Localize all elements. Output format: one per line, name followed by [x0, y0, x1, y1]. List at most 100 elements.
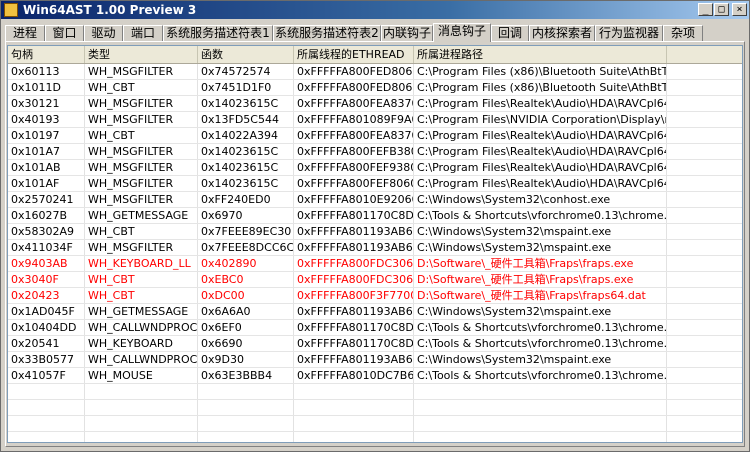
cell-handle: 0x41057F: [8, 368, 85, 383]
empty-row: [8, 384, 742, 400]
cell-path: C:\Program Files (x86)\Bluetooth Suite\A…: [414, 80, 667, 95]
table-row[interactable]: 0x33B0577 WH_CALLWNDPROC 0x9D30 0xFFFFFA801…: [8, 352, 742, 368]
cell-ethread: 0xFFFFFA800FEA8370: [294, 96, 414, 111]
tab-window[interactable]: 窗口: [45, 25, 84, 41]
cell-function: 0x9D30: [198, 352, 294, 367]
table-row[interactable]: 0x101AB WH_MSGFILTER 0x14023615C 0xFFFFFA80…: [8, 160, 742, 176]
col-path-header[interactable]: 所属进程路径: [414, 46, 667, 63]
cell-function: 0x402890: [198, 256, 294, 271]
empty-cell: [414, 432, 667, 442]
maximize-button[interactable]: □: [714, 3, 729, 16]
cell-type: WH_MSGFILTER: [85, 160, 198, 175]
cell-type: WH_MOUSE: [85, 368, 198, 383]
tab-message-hook[interactable]: 消息钩子: [433, 23, 491, 42]
cell-type: WH_CALLWNDPROC: [85, 320, 198, 335]
cell-handle: 0x101AB: [8, 160, 85, 175]
cell-handle: 0x101AF: [8, 176, 85, 191]
cell-handle: 0x3040F: [8, 272, 85, 287]
empty-cell: [85, 400, 198, 415]
col-handle-header[interactable]: 句柄: [8, 46, 85, 63]
cell-path: C:\Program Files\Realtek\Audio\HDA\RAVCp…: [414, 96, 667, 111]
table-row[interactable]: 0x40193 WH_MSGFILTER 0x13FD5C544 0xFFFFFA80…: [8, 112, 742, 128]
cell-function: 0xDC00: [198, 288, 294, 303]
app-window: Win64AST 1.00 Preview 3 _ □ × 进程 窗口 驱动 端…: [0, 0, 750, 452]
table-row[interactable]: 0x10197 WH_CBT 0x14022A394 0xFFFFFA800FEA83…: [8, 128, 742, 144]
tab-behavior-monitor[interactable]: 行为监视器: [595, 25, 663, 41]
table-row[interactable]: 0x3040F WH_CBT 0xEBC0 0xFFFFFA800FDC3060 D:\…: [8, 272, 742, 288]
cell-ethread: 0xFFFFFA800FED8060: [294, 64, 414, 79]
title-bar[interactable]: Win64AST 1.00 Preview 3 _ □ ×: [1, 1, 749, 19]
cell-handle: 0x60113: [8, 64, 85, 79]
cell-type: WH_MSGFILTER: [85, 64, 198, 79]
empty-cell: [294, 432, 414, 442]
empty-cell: [85, 416, 198, 431]
tab-inline-hook[interactable]: 内联钩子: [381, 25, 433, 41]
table-row[interactable]: 0x101A7 WH_MSGFILTER 0x14023615C 0xFFFFFA80…: [8, 144, 742, 160]
tab-port[interactable]: 端口: [123, 25, 163, 41]
col-type-header[interactable]: 类型: [85, 46, 198, 63]
table-row[interactable]: 0x9403AB WH_KEYBOARD_LL 0x402890 0xFFFFFA80…: [8, 256, 742, 272]
cell-path: C:\Tools & Shortcuts\vforchrome0.13\chro…: [414, 320, 667, 335]
table-row[interactable]: 0x41057F WH_MOUSE 0x63E3BBB4 0xFFFFFA8010DC…: [8, 368, 742, 384]
cell-ethread: 0xFFFFFA801170C8D0: [294, 320, 414, 335]
table-row[interactable]: 0x10404DD WH_CALLWNDPROC 0x6EF0 0xFFFFFA801…: [8, 320, 742, 336]
cell-handle: 0x1AD045F: [8, 304, 85, 319]
cell-type: WH_CBT: [85, 272, 198, 287]
minimize-button[interactable]: _: [698, 3, 713, 16]
cell-function: 0x6970: [198, 208, 294, 223]
table-row[interactable]: 0x411034F WH_MSGFILTER 0x7FEEE8DCC6C 0xFFFF…: [8, 240, 742, 256]
table-row[interactable]: 0x58302A9 WH_CBT 0x7FEEE89EC30 0xFFFFFA8011…: [8, 224, 742, 240]
close-button[interactable]: ×: [732, 3, 747, 16]
cell-ethread: 0xFFFFFA800FEF8060: [294, 176, 414, 191]
cell-path: C:\Windows\System32\mspaint.exe: [414, 304, 667, 319]
table-row[interactable]: 0x1011D WH_CBT 0x7451D1F0 0xFFFFFA800FED806…: [8, 80, 742, 96]
cell-path: C:\Windows\System32\conhost.exe: [414, 192, 667, 207]
table-row[interactable]: 0x16027B WH_GETMESSAGE 0x6970 0xFFFFFA80117…: [8, 208, 742, 224]
table-row[interactable]: 0x20541 WH_KEYBOARD 0x6690 0xFFFFFA801170C8…: [8, 336, 742, 352]
tab-strip: 进程 窗口 驱动 端口 系统服务描述符表1 系统服务描述符表2 内联钩子 消息钩…: [5, 23, 749, 42]
hook-list[interactable]: 句柄 类型 函数 所属线程的ETHREAD 所属进程路径 0x60113 WH_M…: [7, 45, 743, 443]
cell-path: C:\Tools & Shortcuts\vforchrome0.13\chro…: [414, 368, 667, 383]
empty-cell: [294, 384, 414, 399]
cell-type: WH_GETMESSAGE: [85, 208, 198, 223]
col-ethread-header[interactable]: 所属线程的ETHREAD: [294, 46, 414, 63]
empty-cell: [85, 384, 198, 399]
cell-ethread: 0xFFFFFA800FDC3060: [294, 256, 414, 271]
cell-function: 0xFF240ED0: [198, 192, 294, 207]
cell-path: C:\Program Files (x86)\Bluetooth Suite\A…: [414, 64, 667, 79]
cell-path: C:\Program Files\Realtek\Audio\HDA\RAVCp…: [414, 128, 667, 143]
tab-ssdt2[interactable]: 系统服务描述符表2: [273, 25, 381, 41]
cell-ethread: 0xFFFFFA801089F9A0: [294, 112, 414, 127]
empty-cell: [294, 416, 414, 431]
col-function-header[interactable]: 函数: [198, 46, 294, 63]
cell-handle: 0x20423: [8, 288, 85, 303]
cell-ethread: 0xFFFFFA800FEF9380: [294, 160, 414, 175]
cell-path: C:\Windows\System32\mspaint.exe: [414, 240, 667, 255]
tab-kernel-explorer[interactable]: 内核探索者: [529, 25, 595, 41]
cell-path: C:\Program Files\NVIDIA Corporation\Disp…: [414, 112, 667, 127]
cell-type: WH_CALLWNDPROC: [85, 352, 198, 367]
tab-process[interactable]: 进程: [5, 25, 45, 41]
cell-type: WH_MSGFILTER: [85, 192, 198, 207]
tab-callback[interactable]: 回调: [491, 25, 529, 41]
table-row[interactable]: 0x30121 WH_MSGFILTER 0x14023615C 0xFFFFFA80…: [8, 96, 742, 112]
tab-driver[interactable]: 驱动: [84, 25, 123, 41]
cell-path: D:\Software\_硬件工具箱\Fraps\fraps.exe: [414, 272, 667, 287]
cell-type: WH_CBT: [85, 128, 198, 143]
cell-ethread: 0xFFFFFA800F3F7700: [294, 288, 414, 303]
cell-path: C:\Windows\System32\mspaint.exe: [414, 352, 667, 367]
table-row[interactable]: 0x1AD045F WH_GETMESSAGE 0x6A6A0 0xFFFFFA801…: [8, 304, 742, 320]
table-row[interactable]: 0x2570241 WH_MSGFILTER 0xFF240ED0 0xFFFFFA8…: [8, 192, 742, 208]
table-row[interactable]: 0x101AF WH_MSGFILTER 0x14023615C 0xFFFFFA80…: [8, 176, 742, 192]
cell-type: WH_MSGFILTER: [85, 240, 198, 255]
tab-ssdt1[interactable]: 系统服务描述符表1: [163, 25, 273, 41]
cell-handle: 0x40193: [8, 112, 85, 127]
tab-misc[interactable]: 杂项: [663, 25, 703, 41]
cell-handle: 0x33B0577: [8, 352, 85, 367]
table-row[interactable]: 0x60113 WH_MSGFILTER 0x74572574 0xFFFFFA800…: [8, 64, 742, 80]
cell-type: WH_CBT: [85, 224, 198, 239]
empty-row: [8, 400, 742, 416]
cell-function: 0x7451D1F0: [198, 80, 294, 95]
empty-cell: [198, 400, 294, 415]
table-row[interactable]: 0x20423 WH_CBT 0xDC00 0xFFFFFA800F3F7700 D:\…: [8, 288, 742, 304]
